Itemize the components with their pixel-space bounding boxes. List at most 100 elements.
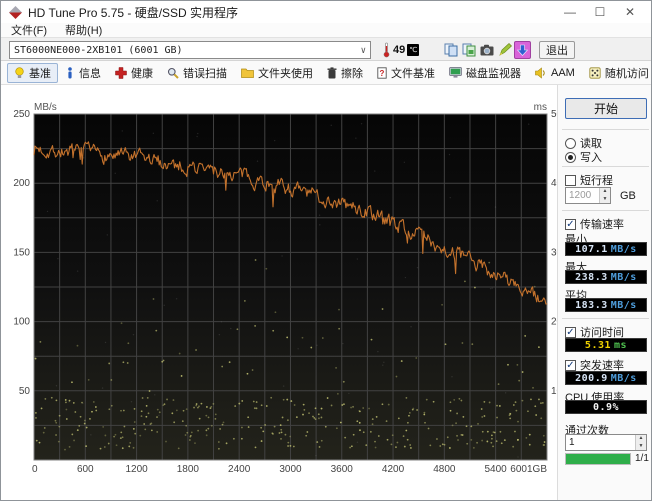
read-radio[interactable] xyxy=(565,137,576,149)
tab-error-scan[interactable]: 错误扫描 xyxy=(160,63,234,83)
tab-label: 健康 xyxy=(131,67,153,80)
menu-bar: 文件(F) 帮助(H) xyxy=(1,23,651,37)
tab-label: 擦除 xyxy=(341,67,363,80)
download-arrow-icon xyxy=(516,44,529,56)
tab-erase[interactable]: 擦除 xyxy=(320,63,370,83)
folder-icon xyxy=(241,68,254,78)
svg-text:50: 50 xyxy=(19,386,31,397)
tab-info[interactable]: 信息 xyxy=(58,63,108,83)
tab-health[interactable]: 健康 xyxy=(108,63,160,83)
tab-label: 错误扫描 xyxy=(183,67,227,80)
stepper-up-icon[interactable]: ▲ xyxy=(600,188,610,196)
stepper-down-icon[interactable]: ▼ xyxy=(600,195,610,203)
transfer-rate-plot: MB/sms2502001501005050403020100600120018… xyxy=(13,102,557,475)
tab-benchmark[interactable]: 基准 xyxy=(7,62,58,83)
svg-text:?: ? xyxy=(380,68,385,77)
pass-count-value: 1 xyxy=(569,437,575,448)
svg-text:200: 200 xyxy=(13,178,30,189)
access-time-checkbox[interactable] xyxy=(565,326,576,338)
tab-disk-monitor[interactable]: 磁盘监视器 xyxy=(442,63,528,83)
svg-text:0: 0 xyxy=(32,464,38,475)
screenshot-button[interactable] xyxy=(478,41,495,59)
pen-icon xyxy=(498,43,512,56)
transfer-rate-checkbox[interactable] xyxy=(565,218,576,230)
speaker-icon xyxy=(535,66,545,79)
divider xyxy=(562,166,649,167)
tab-file-benchmark[interactable]: ? 文件基准 xyxy=(370,63,442,83)
access-time-unit: ms xyxy=(614,339,628,351)
transfer-rate-label: 传输速率 xyxy=(580,219,624,231)
save-results-button[interactable] xyxy=(514,41,531,59)
write-radio[interactable] xyxy=(565,151,576,163)
svg-text:3600: 3600 xyxy=(331,464,354,475)
exit-button[interactable]: 退出 xyxy=(539,41,575,59)
minimize-button[interactable]: — xyxy=(555,1,585,23)
transfer-rate-option[interactable]: 传输速率 xyxy=(565,216,624,232)
content-area: MB/sms2502001501005050403020100600120018… xyxy=(1,85,651,500)
min-value-display: 107.1 MB/s xyxy=(565,242,647,256)
camera-icon xyxy=(480,44,493,56)
avg-unit: MB/s xyxy=(610,299,637,311)
stepper-down-icon[interactable]: ▼ xyxy=(636,442,646,450)
svg-text:MB/s: MB/s xyxy=(34,102,57,113)
short-stroke-option[interactable]: 短行程 xyxy=(565,172,613,188)
svg-text:250: 250 xyxy=(13,109,30,120)
short-stroke-unit-label: GB xyxy=(620,190,636,202)
save-screenshot-button[interactable] xyxy=(460,41,477,59)
short-stroke-capacity-stepper[interactable]: 1200 ▲ ▼ xyxy=(565,187,611,204)
tab-label: 基准 xyxy=(29,67,51,80)
svg-text:2400: 2400 xyxy=(228,464,251,475)
write-mode-option[interactable]: 写入 xyxy=(565,149,602,165)
stepper-up-icon[interactable]: ▲ xyxy=(636,435,646,443)
start-button[interactable]: 开始 xyxy=(565,98,647,119)
lightbulb-icon xyxy=(15,66,24,78)
access-time-value: 5.31 xyxy=(584,339,612,351)
tab-aam[interactable]: AAM xyxy=(528,63,582,83)
burst-rate-display: 200.9 MB/s xyxy=(565,371,647,385)
svg-text:4800: 4800 xyxy=(433,464,456,475)
app-window: HD Tune Pro 5.75 - 硬盘/SSD 实用程序 — ☐ ✕ 文件(… xyxy=(0,0,652,501)
max-unit: MB/s xyxy=(610,271,637,283)
stepper-arrows[interactable]: ▲ ▼ xyxy=(635,435,646,450)
save-image-icon xyxy=(462,43,475,57)
copy-screenshot-button[interactable] xyxy=(442,41,459,59)
access-time-display: 5.31 ms xyxy=(565,338,647,352)
annotate-button[interactable] xyxy=(496,41,513,59)
burst-rate-checkbox[interactable] xyxy=(565,359,576,371)
tab-folder-usage[interactable]: 文件夹使用 xyxy=(234,63,320,83)
tab-label: 文件夹使用 xyxy=(258,67,313,80)
health-cross-icon xyxy=(115,66,127,79)
close-button[interactable]: ✕ xyxy=(615,1,645,23)
dice-icon xyxy=(589,66,601,79)
chevron-down-icon: ∨ xyxy=(360,46,366,56)
short-stroke-checkbox[interactable] xyxy=(565,174,576,186)
copy-icon xyxy=(444,43,457,57)
svg-text:4200: 4200 xyxy=(382,464,405,475)
toolbar: ST6000NE000-2XB101 (6001 GB) ∨ 49 ℃ 退出 xyxy=(1,37,651,61)
min-value: 107.1 xyxy=(575,243,608,255)
cpu-usage-display: 0.9% xyxy=(565,400,647,414)
avg-value-display: 183.3 MB/s xyxy=(565,298,647,312)
maximize-button[interactable]: ☐ xyxy=(585,1,615,23)
burst-rate-unit: MB/s xyxy=(610,372,637,384)
menu-file[interactable]: 文件(F) xyxy=(11,22,47,38)
hdtune-logo-icon xyxy=(9,5,22,19)
max-value: 238.3 xyxy=(575,271,608,283)
tab-label: AAM xyxy=(551,66,575,79)
tab-random-access[interactable]: 随机访问 xyxy=(582,63,651,83)
temperature-unit-badge: ℃ xyxy=(407,44,420,56)
drive-selector-value: ST6000NE000-2XB101 (6001 GB) xyxy=(14,44,183,56)
drive-selector-dropdown[interactable]: ST6000NE000-2XB101 (6001 GB) ∨ xyxy=(9,41,371,59)
menu-help[interactable]: 帮助(H) xyxy=(65,22,102,38)
short-stroke-capacity-value: 1200 xyxy=(569,190,592,201)
stepper-arrows[interactable]: ▲ ▼ xyxy=(599,188,610,203)
svg-text:ms: ms xyxy=(534,102,547,113)
window-title: HD Tune Pro 5.75 - 硬盘/SSD 实用程序 xyxy=(28,5,239,20)
divider xyxy=(562,318,649,319)
cpu-usage-value: 0.9% xyxy=(592,401,620,413)
tab-label: 信息 xyxy=(79,67,101,80)
svg-text:6001GB: 6001GB xyxy=(510,464,547,475)
pass-count-stepper[interactable]: 1 ▲ ▼ xyxy=(565,434,647,451)
svg-text:1200: 1200 xyxy=(125,464,148,475)
info-icon xyxy=(68,66,72,78)
